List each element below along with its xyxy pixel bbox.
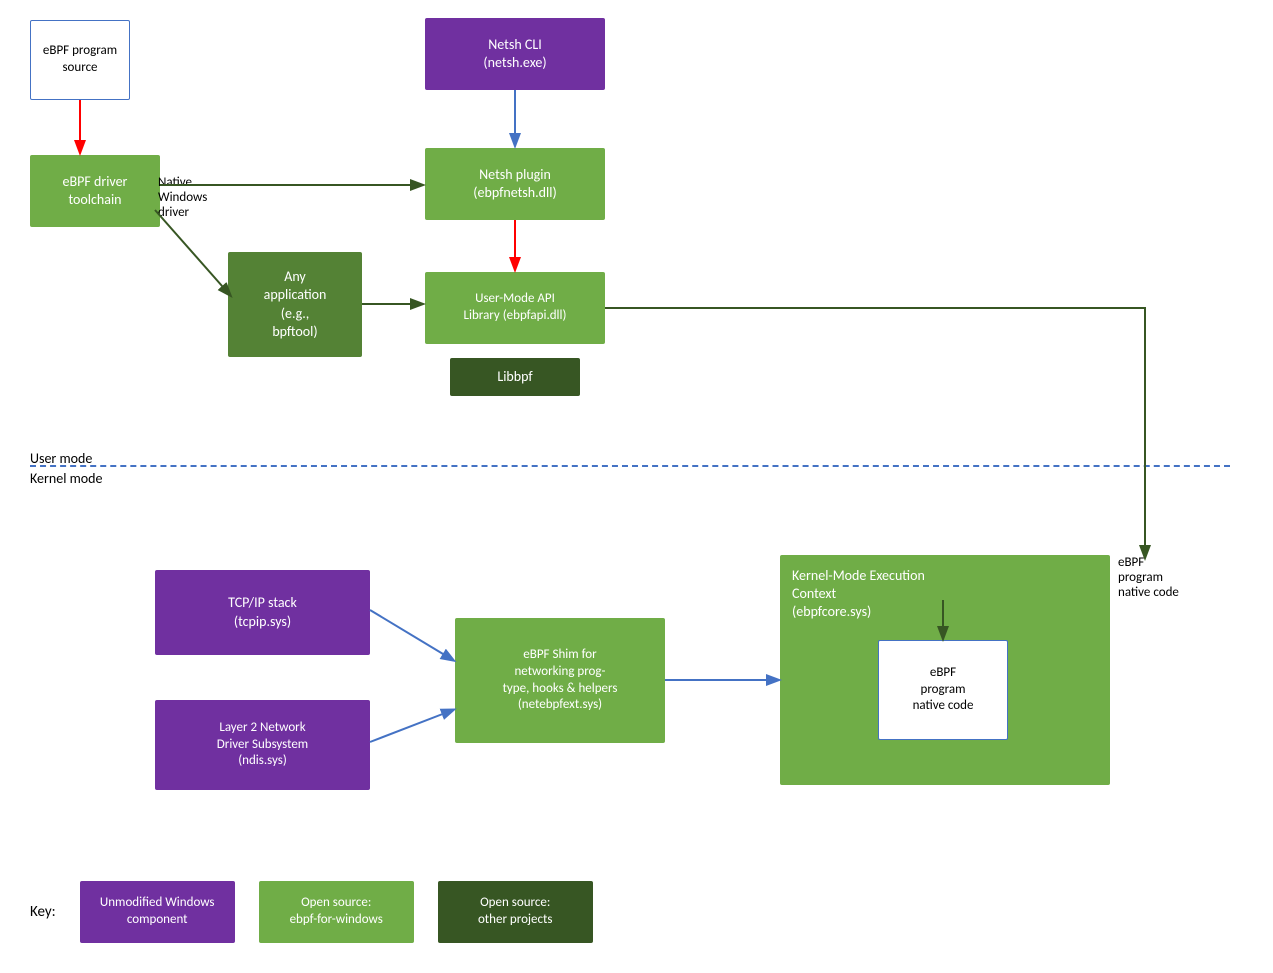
diagram: eBPF program source eBPF drivertoolchain…	[0, 0, 1273, 973]
key-opensource-windows: Open source:ebpf-for-windows	[259, 881, 414, 943]
label-user-mode: User mode	[30, 450, 92, 467]
box-ebpf-driver: eBPF drivertoolchain	[30, 155, 160, 227]
box-ebpf-source: eBPF program source	[30, 20, 130, 100]
label-ebpf-native-top: eBPFprogramnative code	[1118, 555, 1179, 600]
box-any-app: Anyapplication(e.g.,bpftool)	[228, 252, 362, 357]
box-ebpf-native-inner: eBPFprogramnative code	[878, 640, 1008, 740]
key-unmodified: Unmodified Windowscomponent	[80, 881, 235, 943]
box-tcpip: TCP/IP stack(tcpip.sys)	[155, 570, 370, 655]
box-usermode-api: User-Mode APILibrary (ebpfapi.dll)	[425, 272, 605, 344]
key-opensource-other: Open source:other projects	[438, 881, 593, 943]
label-kernel-mode: Kernel mode	[30, 470, 102, 487]
label-native-driver: NativeWindowsdriver	[158, 175, 207, 220]
box-netsh-plugin: Netsh plugin(ebpfnetsh.dll)	[425, 148, 605, 220]
box-libbpf: Libbpf	[450, 358, 580, 396]
key-label: Key:	[30, 903, 56, 921]
box-ebpf-shim: eBPF Shim fornetworking prog-type, hooks…	[455, 618, 665, 743]
arrows-svg	[0, 0, 1273, 973]
separator-line	[30, 465, 1230, 467]
box-netsh-cli: Netsh CLI(netsh.exe)	[425, 18, 605, 90]
key-section: Key: Unmodified Windowscomponent Open so…	[30, 881, 593, 943]
box-layer2: Layer 2 NetworkDriver Subsystem(ndis.sys…	[155, 700, 370, 790]
